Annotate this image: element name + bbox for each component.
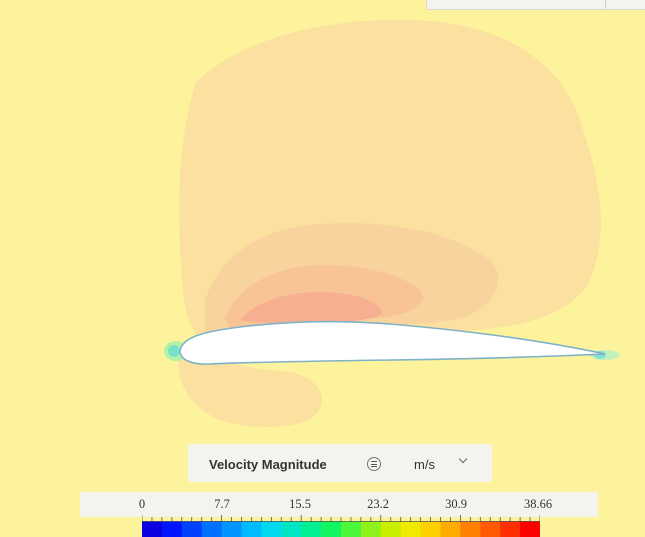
colorbar-swatch <box>480 521 501 537</box>
legend-tick-label: 23.2 <box>367 497 389 511</box>
colorbar-swatch <box>241 521 262 537</box>
colorbar-swatch <box>201 521 223 537</box>
colorbar-swatch <box>341 521 362 537</box>
colorbar-swatch <box>500 521 521 537</box>
legend-tick-label: 0 <box>138 497 146 511</box>
unit-value: m/s <box>414 456 435 472</box>
colorbar-swatch <box>161 521 183 537</box>
colorbar-swatch <box>420 521 441 537</box>
legend-tick-label: 30.9 <box>445 497 467 511</box>
legend-tick-label: 7.7 <box>214 497 230 511</box>
colorbar-swatch <box>221 521 242 537</box>
colorbar-swatch <box>181 521 203 537</box>
colorbar-swatch <box>380 521 402 537</box>
colorbar-swatch <box>440 521 461 537</box>
colorbar-swatch <box>360 521 382 537</box>
colorbar-swatch <box>142 521 163 537</box>
top-toolbar[interactable] <box>426 0 645 10</box>
legend-tick-label: 38.66 <box>523 497 553 511</box>
colorbar-swatch <box>520 521 540 537</box>
unit-dropdown[interactable]: m/s <box>414 454 474 474</box>
field-name-label: Velocity Magnitude <box>209 457 327 472</box>
field-menu-icon[interactable] <box>367 457 381 471</box>
field-selector-panel: Velocity Magnitude m/s <box>188 444 492 482</box>
legend-tick-label: 15.5 <box>289 497 311 511</box>
colorbar-swatch <box>321 521 342 537</box>
colorbar-swatch <box>400 521 422 537</box>
colorbar-swatch <box>301 521 322 537</box>
colorbar-swatch <box>261 521 282 537</box>
colorbar-swatch <box>281 521 302 537</box>
toolbar-divider <box>605 0 606 9</box>
leading-edge-stagnation-core <box>168 345 180 357</box>
chevron-down-icon <box>458 454 468 464</box>
color-legend-panel <box>80 492 598 517</box>
colorbar-swatch <box>460 521 481 537</box>
colorbar <box>142 515 540 537</box>
